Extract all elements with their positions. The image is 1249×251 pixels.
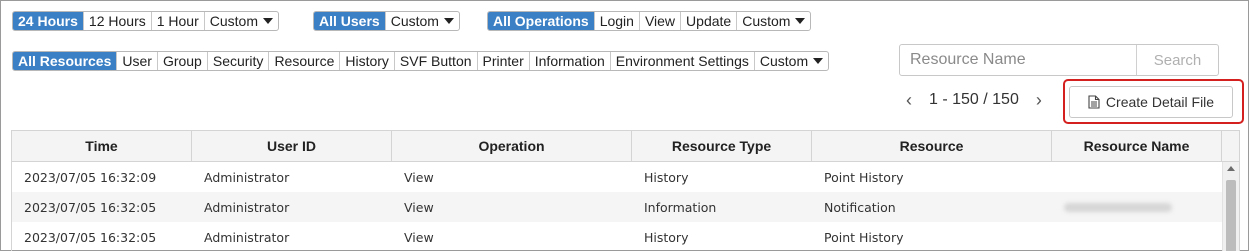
resource-filter-history[interactable]: History bbox=[339, 52, 394, 70]
user-filter-all-users[interactable]: All Users bbox=[314, 12, 385, 30]
pagination: ‹ 1 - 150 / 150 › bbox=[899, 87, 1049, 113]
user-filter-custom-dropdown[interactable]: Custom bbox=[384, 12, 459, 30]
operation-filter-label: Update bbox=[686, 13, 732, 29]
time-filter-24-hours[interactable]: 24 Hours bbox=[13, 12, 83, 30]
cell-operation: View bbox=[404, 199, 434, 215]
scroll-up-icon[interactable] bbox=[1227, 166, 1235, 171]
cell-resource: Point History bbox=[824, 229, 904, 245]
column-header-user-id[interactable]: User ID bbox=[192, 131, 392, 161]
scrollbar-header-spacer bbox=[1222, 131, 1239, 161]
operation-filter-view[interactable]: View bbox=[638, 12, 680, 30]
table-row[interactable]: 2023/07/05 16:32:05 Administrator View I… bbox=[12, 192, 1239, 222]
resource-filter-label: All Resources bbox=[18, 53, 112, 69]
user-filter: All Users Custom bbox=[313, 11, 460, 31]
resource-filter-user[interactable]: User bbox=[116, 52, 157, 70]
resource-filter-resource[interactable]: Resource bbox=[268, 52, 339, 70]
resource-filter-label: Information bbox=[534, 53, 605, 69]
resource-filter-label: User bbox=[122, 53, 152, 69]
operation-filter-label: Login bbox=[599, 13, 634, 29]
resource-filter-svf-button[interactable]: SVF Button bbox=[393, 52, 477, 70]
table-header: Time User ID Operation Resource Type Res… bbox=[12, 131, 1239, 162]
resource-filter-label: Resource bbox=[274, 53, 335, 69]
time-filter-custom-dropdown[interactable]: Custom bbox=[203, 12, 278, 30]
resource-filter-label: Custom bbox=[759, 53, 809, 69]
column-header-resource[interactable]: Resource bbox=[812, 131, 1052, 161]
cell-resource-type: History bbox=[644, 169, 689, 185]
cell-resource-name bbox=[1052, 222, 1222, 251]
search-button[interactable]: Search bbox=[1136, 45, 1218, 75]
cell-resource: Point History bbox=[824, 169, 904, 185]
resource-filter-environment-settings[interactable]: Environment Settings bbox=[609, 52, 754, 70]
resource-filter-label: SVF Button bbox=[399, 53, 472, 69]
operation-filter-custom-dropdown[interactable]: Custom bbox=[736, 12, 810, 30]
resource-search: Search bbox=[899, 44, 1219, 76]
column-header-resource-name[interactable]: Resource Name bbox=[1052, 131, 1222, 161]
resource-filter: All Resources User Group Security Resour… bbox=[12, 51, 830, 71]
page-range: 1 - 150 / 150 bbox=[929, 91, 1019, 108]
audit-log-panel: 24 Hours 12 Hours 1 Hour Custom All User… bbox=[0, 0, 1249, 251]
audit-log-table: Time User ID Operation Resource Type Res… bbox=[11, 130, 1240, 251]
resource-filter-all-resources[interactable]: All Resources bbox=[13, 52, 117, 70]
operation-filter-update[interactable]: Update bbox=[680, 12, 736, 30]
column-header-time[interactable]: Time bbox=[12, 131, 192, 161]
cell-time: 2023/07/05 16:32:09 bbox=[24, 169, 157, 185]
operation-filter-all-operations[interactable]: All Operations bbox=[488, 12, 594, 30]
cell-operation: View bbox=[404, 169, 434, 185]
time-filter-label: 12 Hours bbox=[88, 13, 146, 29]
cell-time: 2023/07/05 16:32:05 bbox=[24, 229, 157, 245]
resource-filter-label: Security bbox=[212, 53, 264, 69]
cell-resource: Notification bbox=[824, 199, 896, 215]
cell-operation: View bbox=[404, 229, 434, 245]
operation-filter: All Operations Login View Update Custom bbox=[487, 11, 812, 31]
time-filter-1-hour[interactable]: 1 Hour bbox=[150, 12, 204, 30]
create-detail-file-button[interactable]: Create Detail File bbox=[1069, 86, 1233, 118]
user-filter-label: Custom bbox=[390, 13, 439, 29]
column-header-resource-type[interactable]: Resource Type bbox=[632, 131, 812, 161]
resource-filter-information[interactable]: Information bbox=[528, 52, 610, 70]
resource-filter-custom-dropdown[interactable]: Custom bbox=[753, 52, 828, 70]
cell-user-id: Administrator bbox=[204, 199, 290, 215]
time-filter-12-hours[interactable]: 12 Hours bbox=[82, 12, 151, 30]
cell-user-id: Administrator bbox=[204, 169, 290, 185]
operation-filter-label: All Operations bbox=[493, 13, 589, 29]
operation-filter-label: Custom bbox=[742, 13, 791, 29]
resource-filter-label: Environment Settings bbox=[615, 53, 749, 69]
operation-filter-label: View bbox=[644, 13, 676, 29]
document-icon bbox=[1088, 95, 1100, 109]
cell-time: 2023/07/05 16:32:05 bbox=[24, 199, 157, 215]
caret-down-icon bbox=[443, 18, 454, 24]
table-row[interactable]: 2023/07/05 16:32:05 Administrator View H… bbox=[12, 222, 1239, 251]
cell-user-id: Administrator bbox=[204, 229, 290, 245]
resource-filter-label: Group bbox=[162, 53, 202, 69]
chevron-left-icon[interactable]: ‹ bbox=[899, 90, 919, 111]
column-header-operation[interactable]: Operation bbox=[392, 131, 632, 161]
caret-down-icon bbox=[263, 18, 273, 24]
chevron-right-icon[interactable]: › bbox=[1029, 90, 1049, 111]
scrollbar-thumb[interactable] bbox=[1226, 180, 1236, 251]
cell-resource-name-redacted bbox=[1052, 192, 1222, 222]
user-filter-label: All Users bbox=[319, 13, 380, 29]
cell-resource-name bbox=[1052, 162, 1222, 192]
operation-filter-login[interactable]: Login bbox=[593, 12, 639, 30]
resource-filter-group[interactable]: Group bbox=[156, 52, 207, 70]
time-filter-label: Custom bbox=[209, 13, 258, 29]
time-filter-label: 1 Hour bbox=[156, 13, 199, 29]
time-filter-label: 24 Hours bbox=[18, 13, 78, 29]
resource-filter-label: Printer bbox=[482, 53, 524, 69]
table-row[interactable]: 2023/07/05 16:32:09 Administrator View H… bbox=[12, 162, 1239, 192]
resource-name-search-input[interactable] bbox=[900, 45, 1136, 75]
resource-filter-label: History bbox=[345, 53, 389, 69]
redacted-text bbox=[1064, 202, 1172, 212]
create-detail-file-label: Create Detail File bbox=[1105, 94, 1215, 110]
caret-down-icon bbox=[795, 18, 806, 24]
cell-resource-type: History bbox=[644, 229, 689, 245]
time-filter: 24 Hours 12 Hours 1 Hour Custom bbox=[12, 11, 279, 31]
resource-filter-printer[interactable]: Printer bbox=[476, 52, 529, 70]
vertical-scrollbar[interactable] bbox=[1222, 162, 1239, 251]
caret-down-icon bbox=[813, 58, 824, 64]
resource-filter-security[interactable]: Security bbox=[206, 52, 269, 70]
cell-resource-type: Information bbox=[644, 199, 717, 215]
